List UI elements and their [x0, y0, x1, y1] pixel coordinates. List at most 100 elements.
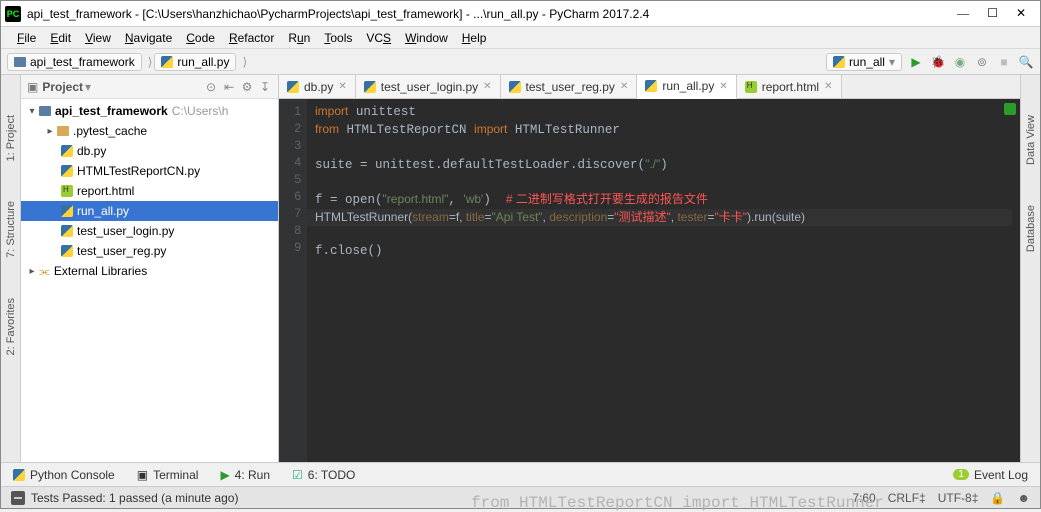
line-no: 2 — [279, 120, 301, 137]
project-tool-icon: ▣ — [27, 80, 38, 94]
close-icon[interactable]: ✕ — [824, 81, 832, 92]
menu-code[interactable]: Code — [180, 29, 221, 47]
tree-htmltestreport[interactable]: HTMLTestReportCN.py — [21, 161, 278, 181]
tree-item-label: HTMLTestReportCN.py — [77, 164, 200, 178]
close-icon[interactable]: ✕ — [483, 81, 491, 92]
tree-db-py[interactable]: db.py — [21, 141, 278, 161]
close-icon[interactable]: ✕ — [719, 81, 727, 92]
pycharm-icon: PC — [5, 6, 21, 22]
tree-root[interactable]: ▾ api_test_framework C:\Users\h — [21, 101, 278, 121]
menu-help[interactable]: Help — [456, 29, 493, 47]
breadcrumb-root-label: api_test_framework — [30, 55, 135, 69]
tab-label: test_user_login.py — [381, 80, 478, 94]
python-file-icon — [61, 225, 73, 237]
python-file-icon — [509, 81, 521, 93]
close-icon[interactable]: ✕ — [338, 81, 346, 92]
tab-db[interactable]: db.py ✕ — [279, 75, 356, 98]
rail-dataview[interactable]: Data View — [1025, 115, 1037, 165]
tab-reg[interactable]: test_user_reg.py ✕ — [501, 75, 638, 98]
project-tree[interactable]: ▾ api_test_framework C:\Users\h ▸ .pytes… — [21, 99, 278, 462]
line-no: 6 — [279, 188, 301, 205]
tree-external-libs[interactable]: ▸ ⫘ External Libraries — [21, 261, 278, 281]
btn-python-console[interactable]: Python Console — [13, 468, 115, 482]
close-button[interactable]: ✕ — [1016, 6, 1026, 21]
stop-button[interactable]: ■ — [996, 55, 1012, 69]
rail-structure[interactable]: 7: Structure — [5, 201, 17, 258]
tab-label: test_user_reg.py — [526, 80, 615, 94]
expand-icon[interactable]: ▾ — [25, 106, 39, 117]
collapse-icon[interactable]: ⇤ — [222, 80, 236, 94]
coverage-button[interactable]: ◉ — [952, 55, 968, 69]
window-title: api_test_framework - [C:\Users\hanzhicha… — [27, 7, 957, 21]
rail-database[interactable]: Database — [1025, 205, 1037, 252]
tree-test-login[interactable]: test_user_login.py — [21, 221, 278, 241]
tree-item-label: External Libraries — [54, 264, 147, 278]
expand-icon[interactable]: ▸ — [43, 126, 57, 137]
tab-report[interactable]: report.html ✕ — [737, 75, 842, 98]
label: 6: TODO — [308, 468, 356, 482]
tab-login[interactable]: test_user_login.py ✕ — [356, 75, 501, 98]
html-file-icon — [745, 81, 757, 93]
label: Python Console — [30, 468, 115, 482]
code-editor[interactable]: 1 2 3 4 5 6 7 8 9 import unittest from H… — [279, 99, 1020, 462]
expand-icon[interactable]: ▸ — [25, 266, 39, 277]
todo-icon: ☑ — [292, 468, 303, 482]
tree-report-html[interactable]: report.html — [21, 181, 278, 201]
autoscroll-icon[interactable]: ⊙ — [204, 80, 218, 94]
tree-root-path: C:\Users\h — [172, 104, 229, 118]
tests-passed-icon — [11, 491, 25, 505]
run-icon: ▶ — [220, 468, 229, 482]
menu-view[interactable]: View — [79, 29, 117, 47]
line-gutter: 1 2 3 4 5 6 7 8 9 — [279, 99, 307, 462]
menu-file[interactable]: File — [11, 29, 42, 47]
line-no: 1 — [279, 103, 301, 120]
rail-project[interactable]: 1: Project — [5, 115, 17, 161]
menu-run[interactable]: Run — [282, 29, 316, 47]
profile-button[interactable]: ⊚ — [974, 55, 990, 69]
run-config-selector[interactable]: run_all ▾ — [826, 53, 902, 71]
run-button[interactable]: ▶ — [908, 55, 924, 69]
breadcrumb-root[interactable]: api_test_framework — [7, 53, 142, 71]
python-file-icon — [61, 245, 73, 257]
python-file-icon — [61, 165, 73, 177]
btn-run[interactable]: ▶4: Run — [220, 468, 270, 482]
tree-item-label: .pytest_cache — [73, 124, 147, 138]
close-icon[interactable]: ✕ — [620, 81, 628, 92]
right-tool-rail: Data View Database — [1020, 75, 1040, 462]
tree-run-all[interactable]: run_all.py — [21, 201, 278, 221]
encoding[interactable]: UTF-8‡ — [938, 491, 979, 505]
btn-terminal[interactable]: ▣Terminal — [137, 468, 199, 482]
code-content[interactable]: import unittest from HTMLTestReportCN im… — [307, 99, 1020, 462]
settings-icon[interactable]: ⚙ — [240, 80, 254, 94]
menu-navigate[interactable]: Navigate — [119, 29, 178, 47]
menu-vcs[interactable]: VCS — [360, 29, 397, 47]
lock-icon[interactable]: 🔒 — [990, 491, 1005, 505]
search-button[interactable]: 🔍 — [1018, 55, 1034, 69]
line-no: 5 — [279, 171, 301, 188]
menu-tools[interactable]: Tools — [318, 29, 358, 47]
python-file-icon — [161, 56, 173, 68]
menu-refactor[interactable]: Refactor — [223, 29, 280, 47]
tab-label: report.html — [762, 80, 819, 94]
hide-icon[interactable]: ↧ — [258, 80, 272, 94]
tree-test-reg[interactable]: test_user_reg.py — [21, 241, 278, 261]
tab-run-all[interactable]: run_all.py✕ — [637, 75, 736, 99]
maximize-button[interactable]: ☐ — [987, 6, 998, 21]
dropdown-icon[interactable]: ▾ — [85, 80, 91, 94]
menu-edit[interactable]: Edit — [44, 29, 77, 47]
tree-item-label: run_all.py — [77, 204, 129, 218]
inspect-icon[interactable]: ☻ — [1017, 491, 1030, 505]
debug-button[interactable]: 🐞 — [930, 55, 946, 69]
btn-event-log[interactable]: 1Event Log — [953, 468, 1028, 482]
line-separator[interactable]: CRLF‡ — [888, 491, 926, 505]
tree-pytest-cache[interactable]: ▸ .pytest_cache — [21, 121, 278, 141]
run-config-label: run_all — [849, 55, 885, 69]
rail-favorites[interactable]: 2: Favorites — [5, 298, 17, 355]
line-no: 4 — [279, 154, 301, 171]
breadcrumb-file[interactable]: run_all.py — [154, 53, 236, 71]
btn-todo[interactable]: ☑ 6: TODO — [292, 468, 355, 482]
minimize-button[interactable]: — — [957, 6, 969, 21]
tree-item-label: test_user_login.py — [77, 224, 174, 238]
tab-label: db.py — [304, 80, 333, 94]
menu-window[interactable]: Window — [399, 29, 454, 47]
